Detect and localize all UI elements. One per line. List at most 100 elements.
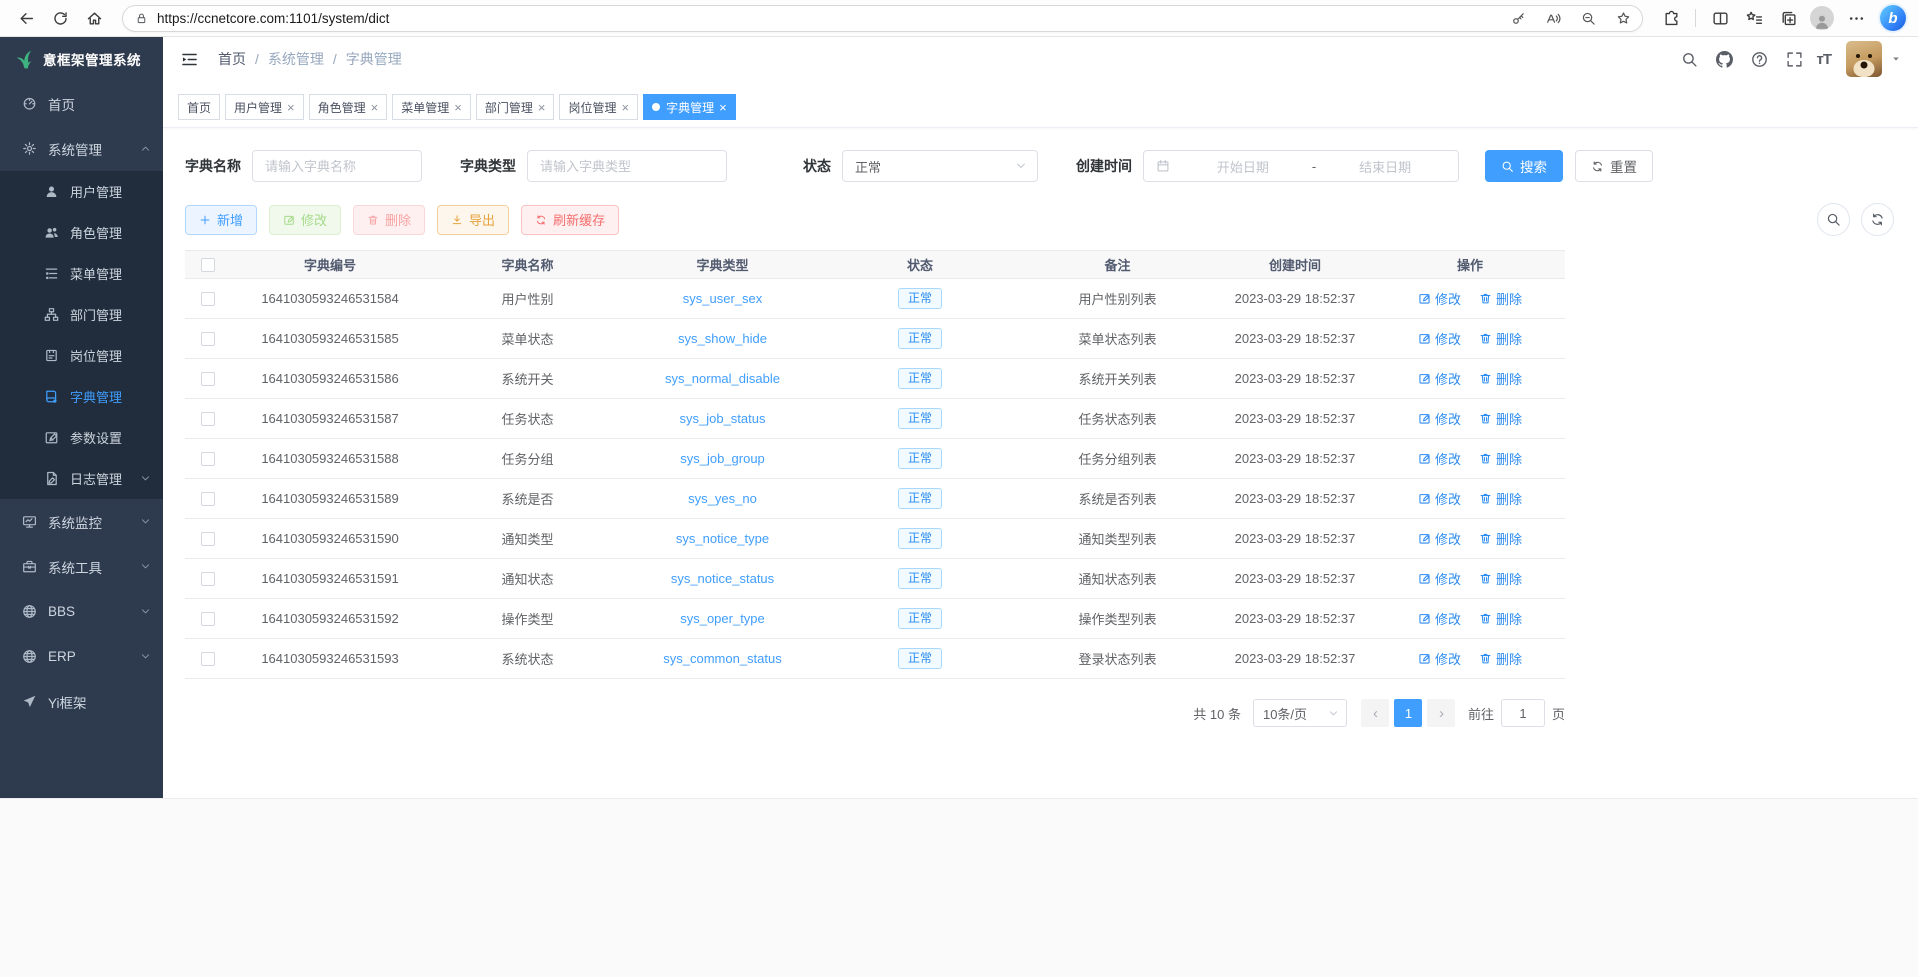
row-edit-link[interactable]: 修改: [1418, 529, 1461, 548]
row-checkbox[interactable]: [201, 292, 215, 306]
row-edit-link[interactable]: 修改: [1418, 329, 1461, 348]
row-delete-link[interactable]: 删除: [1479, 569, 1522, 588]
row-delete-link[interactable]: 删除: [1479, 329, 1522, 348]
row-delete-link[interactable]: 删除: [1479, 369, 1522, 388]
sidebar-item-system-mgmt[interactable]: 系统管理: [0, 126, 163, 171]
next-page-button[interactable]: ›: [1427, 699, 1455, 727]
row-delete-link[interactable]: 删除: [1479, 489, 1522, 508]
row-delete-link[interactable]: 删除: [1479, 529, 1522, 548]
read-aloud-icon[interactable]: [1540, 5, 1566, 31]
dict-type-link[interactable]: sys_show_hide: [678, 331, 767, 346]
row-checkbox[interactable]: [201, 532, 215, 546]
row-edit-link[interactable]: 修改: [1418, 649, 1461, 668]
add-button[interactable]: 新增: [185, 205, 257, 235]
refresh-table-icon[interactable]: [1861, 203, 1894, 236]
row-edit-link[interactable]: 修改: [1418, 369, 1461, 388]
row-edit-link[interactable]: 修改: [1418, 569, 1461, 588]
dict-type-link[interactable]: sys_notice_status: [671, 571, 774, 586]
dict-type-link[interactable]: sys_normal_disable: [665, 371, 780, 386]
question-icon[interactable]: [1746, 46, 1772, 72]
password-key-icon[interactable]: [1505, 5, 1531, 31]
row-delete-link[interactable]: 删除: [1479, 649, 1522, 668]
split-screen-icon[interactable]: [1706, 4, 1734, 32]
sidebar-item-system-tools[interactable]: 系统工具: [0, 544, 163, 589]
dict-type-link[interactable]: sys_common_status: [663, 651, 782, 666]
row-edit-link[interactable]: 修改: [1418, 489, 1461, 508]
row-delete-link[interactable]: 删除: [1479, 289, 1522, 308]
search-icon[interactable]: [1676, 46, 1702, 72]
profile-icon[interactable]: [1808, 4, 1836, 32]
font-size-icon[interactable]: тT: [1816, 51, 1831, 68]
sidebar-item-yi-framework[interactable]: Yi框架: [0, 679, 163, 724]
sidebar-item-dict-mgmt[interactable]: 字典管理: [0, 376, 163, 417]
dict-type-link[interactable]: sys_job_status: [680, 411, 766, 426]
user-avatar[interactable]: [1846, 41, 1882, 77]
date-range-picker[interactable]: 开始日期 - 结束日期: [1143, 150, 1459, 182]
select-all-checkbox[interactable]: [201, 258, 215, 272]
refresh-icon[interactable]: [46, 4, 74, 32]
row-checkbox[interactable]: [201, 612, 215, 626]
tab-user-mgmt[interactable]: 用户管理×: [225, 94, 304, 120]
close-tab-icon[interactable]: ×: [287, 101, 295, 114]
tab-post-mgmt[interactable]: 岗位管理×: [559, 94, 638, 120]
sidebar-item-menu-mgmt[interactable]: 菜单管理: [0, 253, 163, 294]
close-tab-icon[interactable]: ×: [538, 101, 546, 114]
tab-home[interactable]: 首页: [178, 94, 220, 120]
row-checkbox[interactable]: [201, 372, 215, 386]
row-edit-link[interactable]: 修改: [1418, 409, 1461, 428]
more-menu-icon[interactable]: [1842, 4, 1870, 32]
close-tab-icon[interactable]: ×: [454, 101, 462, 114]
export-button[interactable]: 导出: [437, 205, 509, 235]
tab-dept-mgmt[interactable]: 部门管理×: [476, 94, 555, 120]
dict-name-input[interactable]: [252, 150, 422, 182]
add-favorite-icon[interactable]: [1610, 5, 1636, 31]
tab-role-mgmt[interactable]: 角色管理×: [309, 94, 388, 120]
row-edit-link[interactable]: 修改: [1418, 449, 1461, 468]
close-tab-icon[interactable]: ×: [371, 101, 379, 114]
goto-page-input[interactable]: [1501, 699, 1545, 727]
bing-copilot-icon[interactable]: b: [1880, 5, 1906, 31]
dict-type-link[interactable]: sys_oper_type: [680, 611, 765, 626]
row-delete-link[interactable]: 删除: [1479, 409, 1522, 428]
page-size-select[interactable]: 10条/页: [1253, 699, 1347, 727]
reset-button[interactable]: 重置: [1575, 150, 1653, 182]
refresh-cache-button[interactable]: 刷新缓存: [521, 205, 619, 235]
github-icon[interactable]: [1711, 46, 1737, 72]
sidebar-item-system-monitor[interactable]: 系统监控: [0, 499, 163, 544]
row-checkbox[interactable]: [201, 652, 215, 666]
collections-icon[interactable]: [1774, 4, 1802, 32]
status-select[interactable]: 正常: [842, 150, 1038, 182]
close-tab-icon[interactable]: ×: [719, 101, 727, 114]
fullscreen-icon[interactable]: [1781, 46, 1807, 72]
dict-type-input[interactable]: [527, 150, 727, 182]
extensions-icon[interactable]: [1657, 4, 1685, 32]
avatar-caret-icon[interactable]: [1891, 54, 1901, 64]
edit-button[interactable]: 修改: [269, 205, 341, 235]
sidebar-item-user-mgmt[interactable]: 用户管理: [0, 171, 163, 212]
close-tab-icon[interactable]: ×: [621, 101, 629, 114]
sidebar-item-bbs[interactable]: BBS: [0, 589, 163, 634]
row-delete-link[interactable]: 删除: [1479, 609, 1522, 628]
sidebar-item-log-mgmt[interactable]: 日志管理: [0, 458, 163, 499]
prev-page-button[interactable]: ‹: [1361, 699, 1389, 727]
current-page-button[interactable]: 1: [1394, 699, 1422, 727]
home-icon[interactable]: [80, 4, 108, 32]
breadcrumb-home[interactable]: 首页: [218, 49, 246, 69]
row-checkbox[interactable]: [201, 572, 215, 586]
dict-type-link[interactable]: sys_yes_no: [688, 491, 757, 506]
sidebar-item-dept-mgmt[interactable]: 部门管理: [0, 294, 163, 335]
row-edit-link[interactable]: 修改: [1418, 609, 1461, 628]
toggle-search-icon[interactable]: [1817, 203, 1850, 236]
dict-type-link[interactable]: sys_user_sex: [683, 291, 762, 306]
zoom-out-icon[interactable]: [1575, 5, 1601, 31]
row-checkbox[interactable]: [201, 492, 215, 506]
row-edit-link[interactable]: 修改: [1418, 289, 1461, 308]
sidebar-item-erp[interactable]: ERP: [0, 634, 163, 679]
favorites-icon[interactable]: [1740, 4, 1768, 32]
row-checkbox[interactable]: [201, 452, 215, 466]
back-icon[interactable]: [12, 4, 40, 32]
url-input[interactable]: [157, 11, 1496, 26]
dict-type-link[interactable]: sys_job_group: [680, 451, 765, 466]
dict-type-link[interactable]: sys_notice_type: [676, 531, 769, 546]
sidebar-item-role-mgmt[interactable]: 角色管理: [0, 212, 163, 253]
